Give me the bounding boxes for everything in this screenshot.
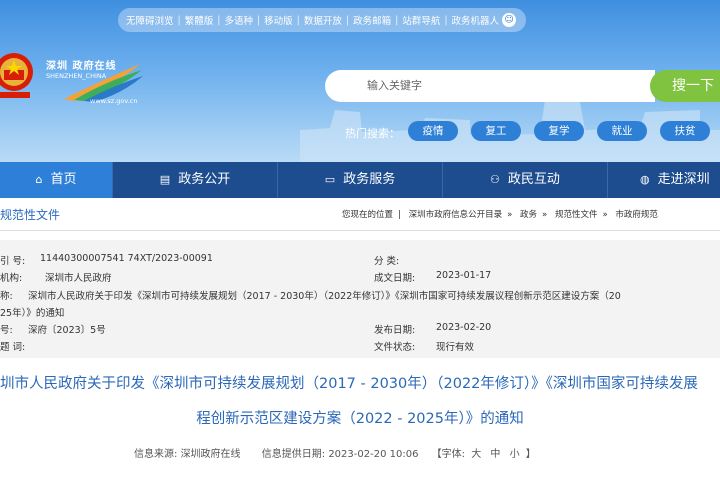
section-title: 规范性文件	[0, 208, 61, 222]
breadcrumb-item[interactable]: 市政府规范	[615, 210, 658, 220]
section-bar: 规范性文件 您现在的位置 | 深圳市政府信息公开目录» 政务» 规范性文件» 市政…	[0, 198, 720, 231]
provided-date-value: 2023-02-20 10:06	[328, 449, 419, 460]
logo-name-cn: 深圳 政府在线	[46, 61, 117, 72]
font-size-medium-button[interactable]: 中	[490, 449, 500, 460]
breadcrumb-item[interactable]: 深圳市政府信息公开目录	[409, 210, 503, 220]
logo-name-en: SHENZHEN_CHINA	[46, 72, 107, 80]
topic-label: 题 词:	[0, 342, 26, 353]
traditional-chinese-link[interactable]: 繁體版	[185, 13, 214, 27]
gov-mailbox-link[interactable]: 政务邮箱	[353, 13, 391, 27]
number-label: 号:	[0, 325, 13, 336]
government-icon: ▤	[159, 173, 171, 186]
breadcrumb-item[interactable]: 政务	[520, 210, 537, 220]
hot-tag-resume-school[interactable]: 复学	[534, 121, 584, 141]
number-value: 深府〔2023〕5号	[28, 325, 106, 336]
breadcrumb-item[interactable]: 规范性文件	[555, 210, 598, 220]
site-navigation-link[interactable]: 站群导航	[402, 13, 440, 27]
provided-date-label: 信息提供日期:	[261, 449, 326, 460]
name-label: 称:	[0, 291, 13, 302]
nav-label: 政务服务	[343, 172, 396, 187]
top-links-bar: 无障碍浏览 | 繁體版 | 多语种 | 移动版 | 数据开放 | 政务邮箱 | 站群导航 | …	[118, 8, 527, 32]
search-button[interactable]: 搜一下	[650, 70, 720, 102]
national-emblem-icon	[0, 53, 33, 98]
breadcrumb-prefix: 您现在的位置	[342, 210, 394, 220]
written-date-value: 2023-01-17	[436, 270, 492, 281]
open-data-link[interactable]: 数据开放	[304, 13, 342, 27]
status-label: 文件状态:	[374, 342, 416, 353]
source-label: 信息来源:	[134, 449, 178, 460]
robot-icon[interactable]: ☺	[502, 13, 517, 27]
nav-label: 首页	[50, 172, 77, 187]
article-title-line1: 圳市人民政府关于印发《深圳市可持续发展规划（2017 - 2030年）（2022…	[0, 376, 698, 392]
mobile-version-link[interactable]: 移动版	[264, 13, 293, 27]
hot-tag-resume-work[interactable]: 复工	[471, 121, 521, 141]
nav-item-home[interactable]: ⌂ 首页	[0, 162, 112, 198]
written-date-label: 成文日期:	[374, 273, 416, 284]
document-info-table: 引 号: 11440300007541 74XT/2023-00091 机构: …	[0, 240, 720, 358]
accessibility-link[interactable]: 无障碍浏览	[126, 13, 174, 27]
nav-divider	[607, 162, 608, 198]
source-value: 深圳政府在线	[180, 449, 241, 460]
site-header: 无障碍浏览 | 繁體版 | 多语种 | 移动版 | 数据开放 | 政务邮箱 | 站群导航 | …	[0, 0, 720, 162]
org-label: 机构:	[0, 273, 23, 284]
font-size-small-button[interactable]: 小	[510, 449, 520, 460]
home-icon: ⌂	[35, 173, 43, 186]
search-input[interactable]	[365, 78, 629, 93]
breadcrumb: 您现在的位置 | 深圳市政府信息公开目录» 政务» 规范性文件» 市政府规范	[342, 210, 658, 220]
name-value-line1: 深圳市人民政府关于印发《深圳市可持续发展规划（2017 - 2030年）（202…	[28, 291, 621, 302]
hot-tag-poverty[interactable]: 扶贫	[660, 121, 710, 141]
nav-label: 政民互动	[507, 172, 560, 187]
monitor-icon: ▭	[324, 173, 336, 186]
gov-robot-link[interactable]: 政务机器人	[452, 13, 500, 27]
publish-date-label: 发布日期:	[374, 325, 416, 336]
users-icon: ⚇	[490, 173, 500, 186]
font-size-large-button[interactable]: 大	[471, 449, 481, 460]
font-size-label: 【字体:	[431, 449, 465, 460]
nav-item-gov-services[interactable]: ▭ 政务服务	[278, 162, 442, 198]
multilingual-link[interactable]: 多语种	[224, 13, 253, 27]
nav-item-interaction[interactable]: ⚇ 政民互动	[443, 162, 607, 198]
hot-tag-epidemic[interactable]: 疫情	[408, 121, 458, 141]
name-value-line2: 25年）》的通知	[0, 308, 65, 319]
category-label: 分 类:	[374, 256, 400, 267]
status-value: 现行有效	[436, 342, 475, 353]
index-value: 11440300007541 74XT/2023-00091	[40, 253, 213, 264]
nav-label: 走进深圳	[657, 172, 710, 187]
nav-item-gov-affairs[interactable]: ▤ 政务公开	[113, 162, 277, 198]
hot-tag-employment[interactable]: 就业	[597, 121, 647, 141]
publish-date-value: 2023-02-20	[436, 322, 492, 333]
logo-url: www.sz.gov.cn	[90, 97, 138, 105]
org-value: 深圳市人民政府	[45, 273, 112, 284]
hot-search-label: 热门搜索：	[345, 127, 400, 140]
article-meta: 信息来源: 深圳政府在线 信息提供日期: 2023-02-20 10:06 【字…	[134, 445, 536, 460]
main-nav: ⌂ 首页 ▤ 政务公开 ▭ 政务服务 ⚇ 政民互动 ◍ 走进深圳	[0, 162, 720, 198]
index-label: 引 号:	[0, 256, 26, 267]
font-size-end: 】	[525, 449, 536, 460]
search-box	[325, 70, 655, 102]
nav-label: 政务公开	[178, 172, 231, 187]
nav-item-about-shenzhen[interactable]: ◍ 走进深圳	[640, 162, 720, 198]
city-icon: ◍	[640, 173, 650, 186]
article-title-line2: 程创新示范区建设方案（2022 - 2025年）》的通知	[196, 411, 524, 427]
